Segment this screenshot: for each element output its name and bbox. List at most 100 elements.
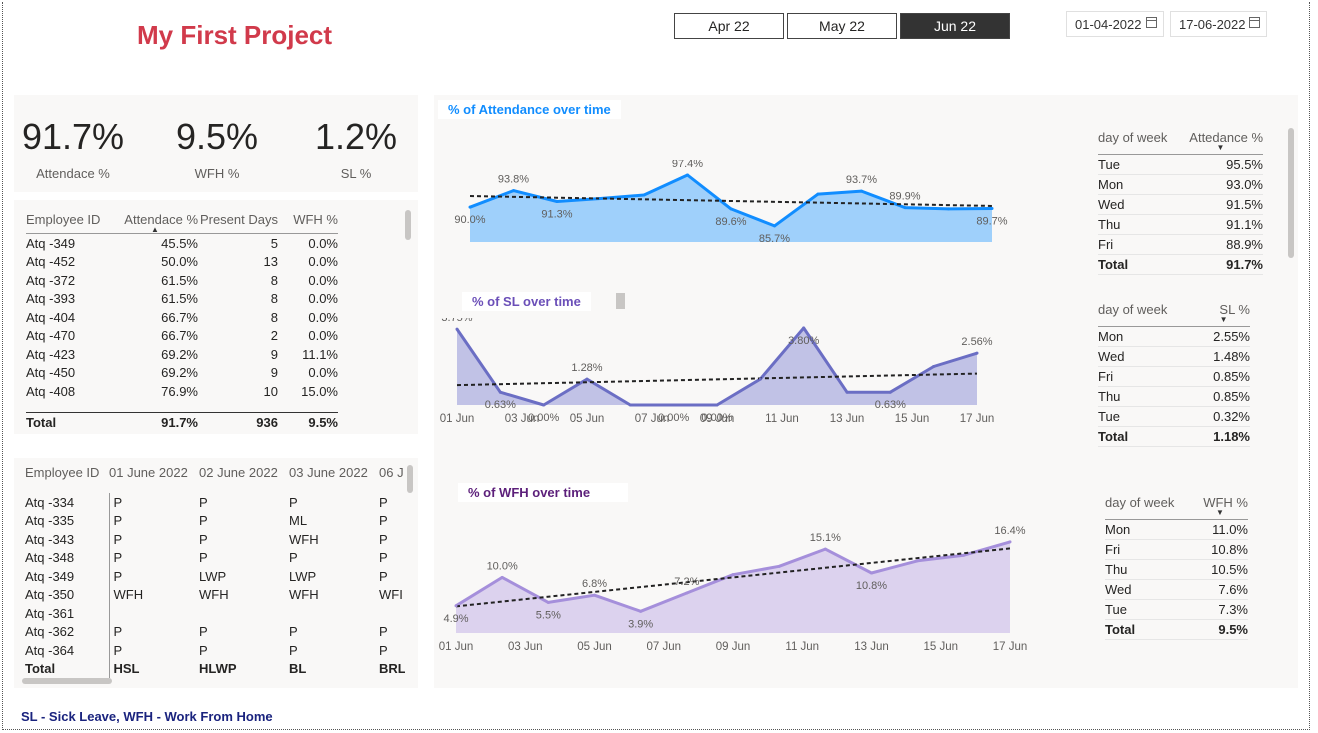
col-attendance[interactable]: Attendace % ▲: [112, 212, 198, 234]
table-cell: Atq -404: [26, 309, 76, 325]
col-employee-id[interactable]: Employee ID: [26, 212, 112, 234]
dow-wfh-col-value[interactable]: WFH % ▼: [1191, 495, 1248, 520]
data-label: 89.6%: [715, 216, 746, 228]
table-cell: P: [289, 550, 298, 566]
table-row[interactable]: Atq -423 69.2% 9 11.1%: [26, 345, 338, 364]
table-row[interactable]: Atq -393 61.5% 8 0.0%: [26, 290, 338, 309]
table-row[interactable]: Thu 0.85%: [1098, 386, 1250, 407]
employee-table-scrollbar[interactable]: [405, 210, 411, 240]
sl-chart-scroll-handle[interactable]: [616, 293, 625, 309]
total-wfh: 9.5%: [278, 412, 338, 432]
table-row[interactable]: Tue 7.3%: [1105, 599, 1248, 620]
dow-att-col-value[interactable]: Attedance % ▼: [1177, 130, 1263, 155]
table-row[interactable]: Wed 91.5%: [1098, 194, 1263, 215]
month-slicer-jun[interactable]: Jun 22: [900, 13, 1010, 39]
table-row[interactable]: Atq -470 66.7% 2 0.0%: [26, 327, 338, 346]
daily-table-vscrollbar[interactable]: [407, 465, 413, 493]
col-employee-id[interactable]: Employee ID: [25, 465, 109, 493]
table-cell: Atq -470: [26, 328, 76, 344]
dow-total-label: Total: [1105, 619, 1192, 640]
table-row[interactable]: Atq -348 P P P P: [25, 548, 405, 567]
table-row[interactable]: Atq -450 69.2% 9 0.0%: [26, 364, 338, 383]
x-tick-label: 03 Jun: [508, 641, 543, 653]
data-label: 16.4%: [994, 525, 1025, 537]
table-row[interactable]: Wed 1.48%: [1098, 346, 1250, 367]
col-present-days[interactable]: Present Days: [198, 212, 278, 234]
data-label: 7.2%: [674, 576, 699, 588]
dow-attendance-table[interactable]: day of week Attedance % ▼ Tue 95.5% Mon 93.0…: [1098, 130, 1263, 275]
table-row[interactable]: Wed 7.6%: [1105, 579, 1248, 600]
dow-att-col-day[interactable]: day of week: [1098, 130, 1178, 155]
employee-table[interactable]: Employee ID Attendace % ▲ Present Days WF…: [26, 212, 338, 432]
sl-chart[interactable]: 3.75%0.63%0.00%1.28%0.00% 0.00%3.80%0.63%…: [440, 318, 1020, 428]
month-slicer-apr[interactable]: Apr 22: [674, 13, 784, 39]
month-slicer-may[interactable]: May 22: [787, 13, 897, 39]
table-row[interactable]: Thu 91.1%: [1098, 214, 1263, 235]
data-point: [975, 351, 979, 355]
table-row[interactable]: Fri 88.9%: [1098, 234, 1263, 255]
table-row[interactable]: Thu 10.5%: [1105, 559, 1248, 580]
table-cell: P: [199, 550, 208, 566]
table-row[interactable]: Atq -364 P P P P: [25, 641, 405, 660]
wfh-chart-title: % of WFH over time: [458, 483, 628, 502]
data-label: 93.7%: [846, 174, 877, 186]
attendance-chart[interactable]: 90.0% 93.8% 91.3% 97.4% 89.6% 85.7% 93.7% 89.9%…: [440, 160, 1020, 250]
col-day-3[interactable]: 03 June 2022: [289, 465, 379, 493]
col-wfh[interactable]: WFH %: [278, 212, 338, 234]
table-cell: Atq -452: [26, 254, 76, 270]
col-day-2[interactable]: 02 June 2022: [199, 465, 289, 493]
table-row[interactable]: Tue 95.5%: [1098, 154, 1263, 175]
daily-table-hscrollbar[interactable]: [22, 678, 112, 684]
table-row[interactable]: Fri 0.85%: [1098, 366, 1250, 387]
x-tick-label: 17 Jun: [993, 641, 1028, 653]
col-day-4[interactable]: 06 J: [379, 465, 405, 493]
data-point: [870, 571, 873, 575]
dow-sl-table[interactable]: day of week SL % ▼ Mon 2.55% Wed 1.48% Fri 0.8…: [1098, 302, 1250, 447]
table-row[interactable]: Atq -404 66.7% 8 0.0%: [26, 308, 338, 327]
table-row[interactable]: Mon 2.55%: [1098, 326, 1250, 347]
table-cell: 50.0%: [161, 254, 198, 270]
daily-table[interactable]: Employee ID 01 June 2022 02 June 2022 03…: [25, 465, 405, 680]
dow-wfh-table[interactable]: day of week WFH % ▼ Mon 11.0% Fri 10.8% Thu 10…: [1105, 495, 1248, 640]
table-cell: Atq -334: [25, 494, 75, 510]
table-row[interactable]: Atq -349 P LWP LWP P: [25, 567, 405, 586]
row-overflow-fade: [26, 405, 338, 407]
col-day-1[interactable]: 01 June 2022: [109, 465, 199, 493]
table-cell: P: [199, 531, 208, 547]
table-cell: Atq -335: [25, 513, 75, 529]
table-row[interactable]: Atq -334 P P P P: [25, 493, 405, 512]
table-row[interactable]: Atq -361: [25, 604, 405, 623]
dow-wfh-col-day[interactable]: day of week: [1105, 495, 1192, 520]
data-point: [555, 200, 559, 204]
table-row[interactable]: Atq -452 50.0% 13 0.0%: [26, 253, 338, 272]
table-cell: P: [199, 513, 208, 529]
data-point: [468, 205, 472, 209]
start-date-input[interactable]: 01-04-2022: [1066, 11, 1164, 37]
data-point: [542, 403, 546, 407]
table-row[interactable]: Mon 11.0%: [1105, 519, 1248, 540]
dow-sl-col-value[interactable]: SL % ▼: [1197, 302, 1250, 327]
data-point: [802, 326, 806, 330]
calendar-icon[interactable]: [1249, 17, 1260, 28]
daily-total-label: Total: [25, 661, 56, 677]
table-row[interactable]: Atq -362 P P P P: [25, 622, 405, 641]
footnote: SL - Sick Leave, WFH - Work From Home: [21, 709, 273, 724]
table-cell: 0.0%: [308, 309, 338, 325]
dow-attendance-scrollbar[interactable]: [1288, 128, 1294, 258]
table-row[interactable]: Atq -343 P P WFH P: [25, 530, 405, 549]
calendar-icon[interactable]: [1146, 17, 1157, 28]
end-date-input[interactable]: 17-06-2022: [1170, 11, 1267, 37]
kpi-wfh-label: WFH %: [194, 166, 240, 181]
table-cell: 45.5%: [161, 235, 198, 251]
table-row[interactable]: Atq -349 45.5% 5 0.0%: [26, 234, 338, 253]
table-row[interactable]: Atq -408 76.9% 10 15.0%: [26, 382, 338, 401]
dow-sl-col-day[interactable]: day of week: [1098, 302, 1198, 327]
table-row[interactable]: Mon 93.0%: [1098, 174, 1263, 195]
table-row[interactable]: Atq -335 P P ML P: [25, 511, 405, 530]
table-row[interactable]: Atq -372 61.5% 8 0.0%: [26, 271, 338, 290]
table-row[interactable]: Fri 10.8%: [1105, 539, 1248, 560]
table-row[interactable]: Tue 0.32%: [1098, 406, 1250, 427]
table-row[interactable]: Atq -350 WFH WFH WFH WFI: [25, 585, 405, 604]
wfh-chart[interactable]: 4.9% 10.0% 5.5% 6.8% 3.9% 7.2% 15.1% 10.8% 16.4%…: [436, 515, 1036, 660]
table-cell: LWP: [289, 568, 317, 584]
